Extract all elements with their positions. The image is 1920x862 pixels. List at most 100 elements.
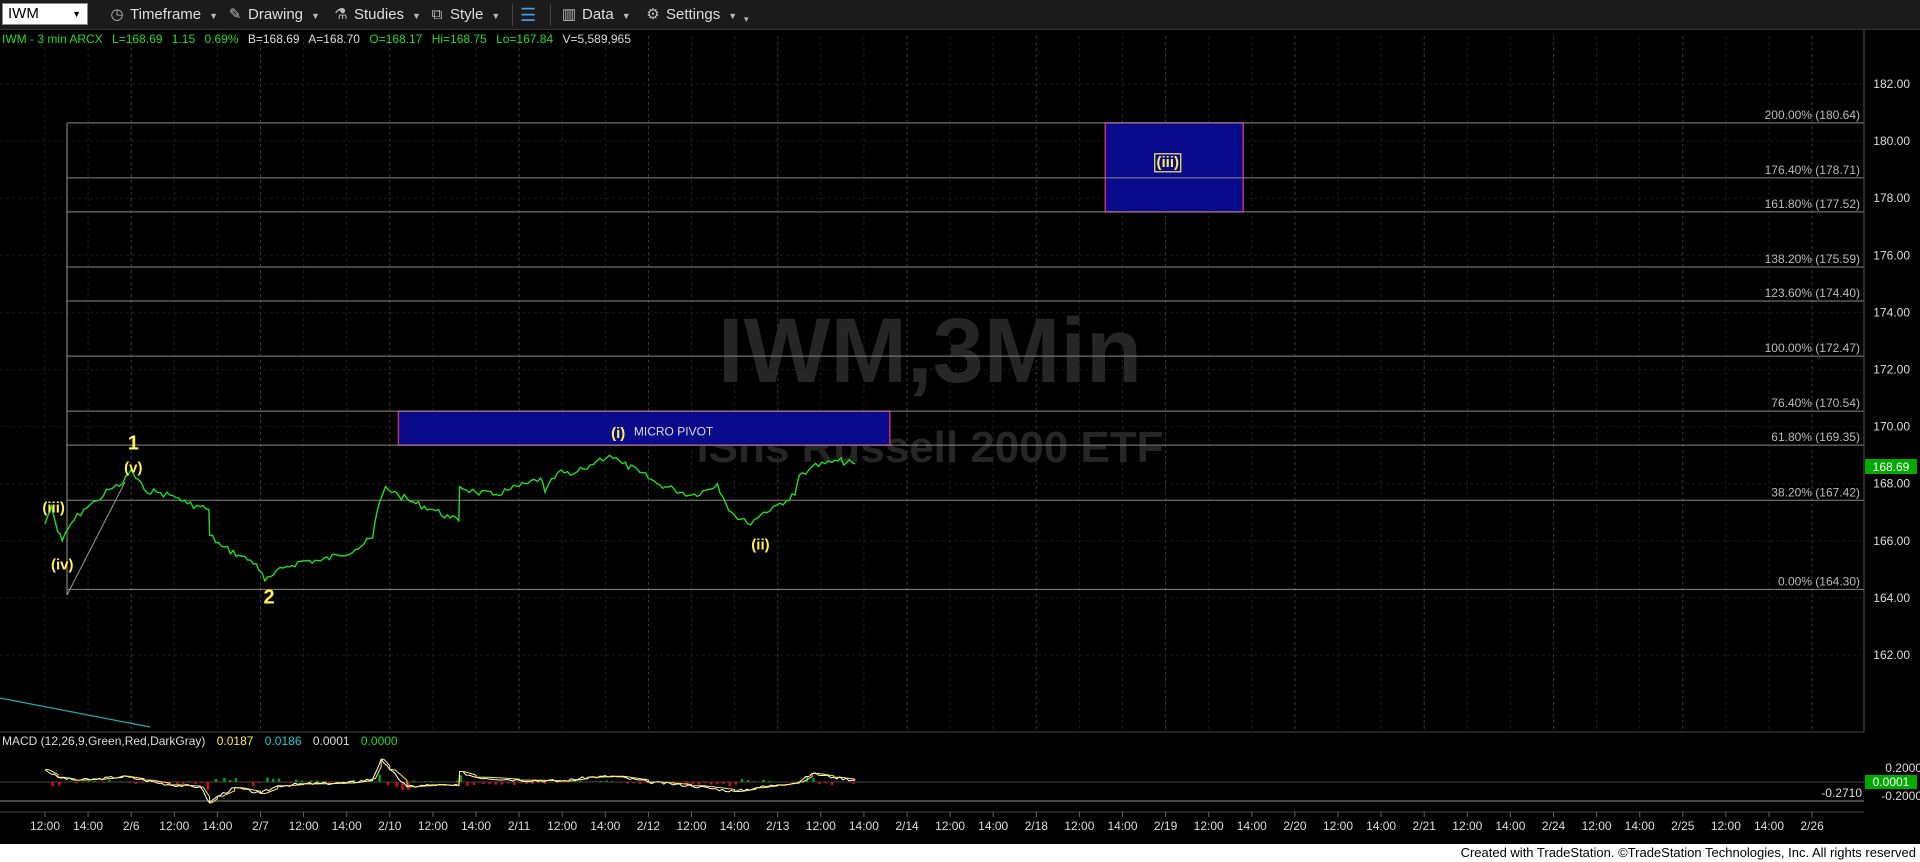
time-axis-tick: 14:00: [590, 819, 620, 833]
bar-chart-icon: ▥: [561, 6, 577, 23]
overflow-icon[interactable]: ▾: [744, 8, 749, 30]
net-change: 1.15: [172, 32, 196, 46]
macd-value: 0.0187: [217, 734, 254, 748]
macd-histogram-bar: [200, 782, 203, 783]
time-axis-tick: 14:00: [1366, 819, 1396, 833]
time-axis-tick: 14:00: [1237, 819, 1267, 833]
time-axis-tick: 12:00: [1323, 819, 1353, 833]
time-axis-tick: 12:00: [1452, 819, 1482, 833]
macd-histogram-bar: [525, 782, 528, 784]
timeframe-button[interactable]: ◷ Timeframe ▼: [108, 4, 218, 26]
chevron-down-icon: ▼: [491, 11, 501, 21]
watermark-symbol: IWM,3Min: [718, 300, 1142, 402]
time-axis-tick: 14:00: [332, 819, 362, 833]
chevron-down-icon: ▼: [209, 11, 219, 21]
macd-histogram-bar: [556, 782, 559, 784]
macd-histogram-bar: [87, 780, 90, 782]
drawing-label: Drawing: [248, 6, 304, 23]
open-price: O=168.17: [369, 32, 422, 46]
price-axis-tick: 182.00: [1873, 77, 1910, 91]
symbol-label: IWM - 3 min ARCX: [2, 32, 103, 46]
last-price: L=168.69: [112, 32, 163, 46]
toolbar-divider: [512, 4, 513, 26]
fib-level-label: 38.20% (167.42): [1771, 485, 1860, 499]
macd-histogram-bar: [626, 782, 629, 784]
time-axis-tick: 2/25: [1671, 819, 1695, 833]
toolbar: IWM ▼ ◷ Timeframe ▼ ✎ Drawing ▼ ⚗ Studies ▼ ⧉ S…: [0, 0, 1920, 30]
gear-icon: ⚙: [646, 6, 660, 23]
macd-histogram-bar: [300, 780, 304, 782]
macd-histogram-bar: [740, 779, 744, 782]
wave-label: 1: [128, 432, 139, 454]
macd-histogram-bar: [774, 781, 778, 782]
macd-histogram-bar: [289, 782, 292, 783]
time-axis-tick: 12:00: [30, 819, 60, 833]
macd-histogram-bar: [395, 782, 399, 787]
chevron-down-icon: ▼: [311, 11, 320, 21]
macd-title-row: MACD (12,26,9,Green,Red,DarkGray) 0.0187…: [2, 734, 398, 748]
style-button[interactable]: ⧉ Style ▼: [428, 4, 501, 26]
macd-histogram-bar: [697, 782, 701, 785]
fib-level-label: 76.40% (170.54): [1771, 396, 1860, 410]
chart-area[interactable]: IWM,3Min iShs Russell 2000 ETF MICRO PIV…: [0, 30, 1920, 844]
studies-label: Studies: [354, 6, 405, 23]
macd-axis-tick-bottom: -0.2000: [1881, 789, 1920, 803]
macd-histogram-bar: [328, 782, 331, 784]
time-axis-tick: 14:00: [1495, 819, 1525, 833]
style-label: Style: [450, 6, 484, 23]
macd-histogram-bar: [223, 777, 226, 782]
fib-level-label: 200.00% (180.64): [1765, 108, 1860, 122]
time-axis-tick: 14:00: [1107, 819, 1137, 833]
volume: V=5,589,965: [562, 32, 631, 46]
price-axis-tick: 174.00: [1873, 305, 1910, 319]
settings-button[interactable]: ⚙ Settings ▼: [644, 4, 737, 26]
macd-histogram-bar: [102, 782, 105, 783]
macd-histogram-bar: [119, 781, 123, 782]
symbol-info: IWM - 3 min ARCX L=168.69 1.15 0.69% B=1…: [2, 32, 631, 46]
layout-icon[interactable]: ☰: [520, 4, 536, 26]
footer: Created with TradeStation. ©TradeStation…: [0, 844, 1920, 862]
macd-histogram-bar: [412, 780, 416, 782]
fib-level-label: 176.40% (178.71): [1765, 163, 1860, 177]
wave-label: (i): [611, 425, 625, 442]
macd-histogram-bar: [818, 782, 821, 785]
zone-label: MICRO PIVOT: [634, 425, 714, 439]
drawing-button[interactable]: ✎ Drawing ▼: [226, 4, 320, 26]
bid-price: B=168.69: [248, 32, 300, 46]
time-axis-tick: 14:00: [720, 819, 750, 833]
macd-histogram-bar: [579, 780, 582, 782]
macd-histogram-bar: [57, 782, 61, 786]
macd-histogram-bar: [240, 782, 243, 783]
macd-histogram-bar: [93, 781, 97, 782]
ask-price: A=168.70: [308, 32, 360, 46]
fib-level-label: 100.00% (172.47): [1765, 341, 1860, 355]
chevron-down-icon: ▼: [412, 11, 421, 21]
macd-tag-label: 0.0001: [1873, 775, 1910, 789]
symbol-input[interactable]: IWM ▼: [2, 3, 88, 25]
macd-histogram-bar: [266, 777, 269, 782]
macd-histogram-bar: [500, 782, 504, 785]
macd-histogram-bar: [277, 778, 281, 782]
macd-histogram-bar: [599, 780, 603, 782]
macd-histogram-bar: [309, 780, 313, 782]
macd-negative-label: -0.2710: [1821, 786, 1862, 800]
data-button[interactable]: ▥ Data ▼: [560, 4, 631, 26]
price-axis-tick: 180.00: [1873, 134, 1910, 148]
fib-level-label: 161.80% (177.52): [1765, 197, 1860, 211]
fib-level-label: 138.20% (175.59): [1765, 252, 1860, 266]
price-axis-tick: 164.00: [1873, 591, 1910, 605]
copyright-text: Created with TradeStation. ©TradeStation…: [1460, 845, 1916, 860]
chevron-down-icon[interactable]: ▼: [72, 4, 81, 24]
time-axis-tick: 2/21: [1413, 819, 1437, 833]
time-axis-tick: 12:00: [935, 819, 965, 833]
macd-histogram-bar: [444, 781, 447, 782]
macd-histogram-bar: [234, 778, 238, 782]
macd-histogram-bar: [108, 780, 111, 782]
wave-label: (iii): [42, 499, 65, 516]
macd-histogram-bar: [506, 782, 510, 784]
last-price-tag-label: 168.69: [1873, 460, 1910, 474]
studies-button[interactable]: ⚗ Studies ▼: [332, 4, 421, 26]
settings-label: Settings: [666, 6, 721, 23]
time-axis-tick: 2/24: [1542, 819, 1566, 833]
macd-histogram-bar: [386, 782, 390, 786]
